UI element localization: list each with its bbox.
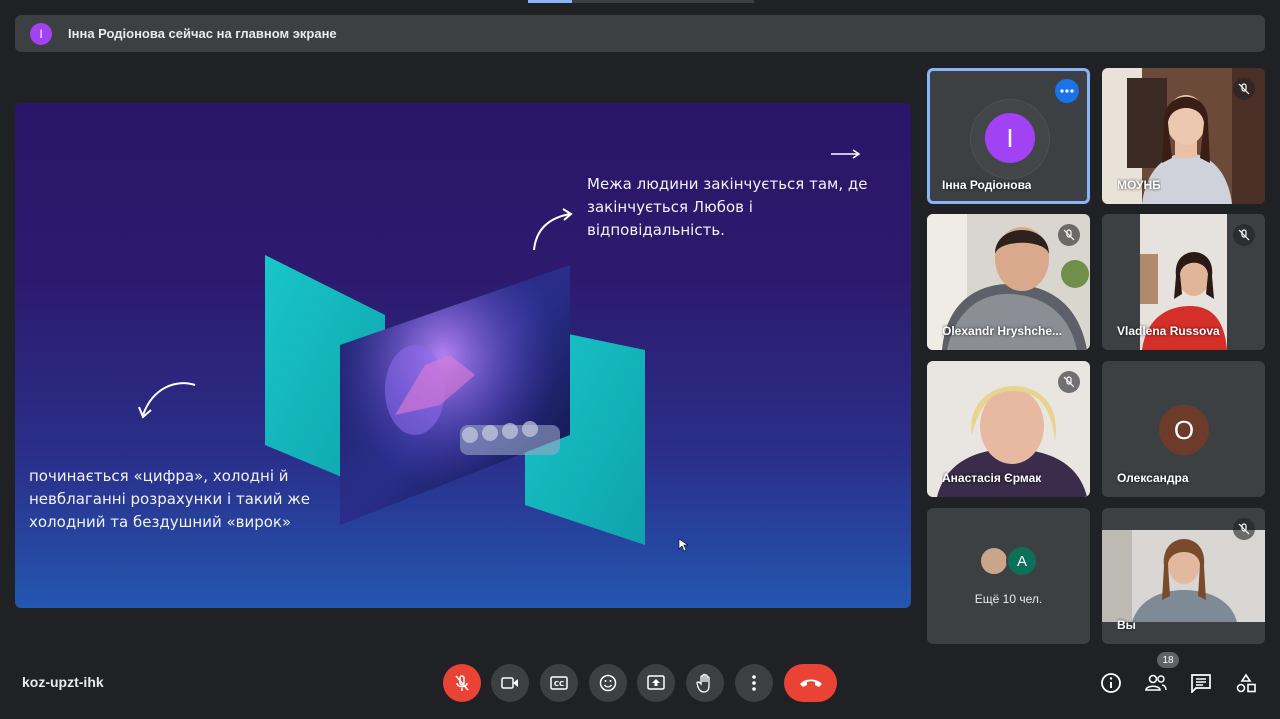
more-participants-tile[interactable]: A Ещё 10 чел. xyxy=(927,508,1090,644)
participant-tile-oleksandra[interactable]: О Олександра xyxy=(1102,361,1265,497)
emoji-icon xyxy=(599,674,617,692)
hang-up-icon xyxy=(799,679,822,687)
curved-arrow-down-icon xyxy=(138,382,196,419)
curved-arrow-up-icon xyxy=(533,208,573,251)
people-button[interactable] xyxy=(1143,670,1169,696)
raise-hand-button[interactable] xyxy=(686,664,724,702)
mic-off-icon xyxy=(1058,224,1080,246)
more-options-button[interactable] xyxy=(735,664,773,702)
more-participants-label: Ещё 10 чел. xyxy=(974,592,1043,606)
people-icon xyxy=(1145,674,1167,691)
shapes-icon xyxy=(1236,673,1256,693)
participant-name: Olexandr Hryshche... xyxy=(942,324,1063,338)
participant-avatar: A xyxy=(1006,545,1038,577)
arrow-right-icon xyxy=(831,149,861,159)
participant-name: Олександра xyxy=(1117,471,1189,485)
participants-count-badge: 18 xyxy=(1157,652,1179,668)
slide-quote-top: Межа людини закінчується там, де закінчу… xyxy=(587,175,868,239)
present-screen-icon xyxy=(647,675,665,690)
top-progress-bar xyxy=(528,0,754,3)
mic-off-icon xyxy=(455,675,469,691)
participant-tile-vladlena[interactable]: Vladlena Russova xyxy=(1102,214,1265,350)
leave-call-button[interactable] xyxy=(784,664,837,702)
participant-avatar: I xyxy=(985,113,1035,163)
reactions-button[interactable] xyxy=(589,664,627,702)
more-vertical-icon xyxy=(752,675,756,691)
captions-button[interactable]: CC xyxy=(540,664,578,702)
participant-name: МОУНБ xyxy=(1117,178,1161,192)
activities-button[interactable] xyxy=(1233,670,1259,696)
presenter-avatar: I xyxy=(30,22,52,45)
participant-tile-mounb[interactable]: МОУНБ xyxy=(1102,68,1265,204)
info-icon xyxy=(1101,673,1121,693)
participant-avatar: О xyxy=(1159,405,1209,455)
camera-toggle-button[interactable] xyxy=(491,664,529,702)
presenting-banner: I Інна Родіонова сейчас на главном экран… xyxy=(15,15,1265,52)
camera-icon xyxy=(501,677,518,689)
presentation-screen[interactable]: Межа людини закінчується там, де закінчу… xyxy=(15,103,911,608)
participant-tile-inna[interactable]: I Інна Родіонова xyxy=(927,68,1090,204)
captions-icon: CC xyxy=(550,676,568,690)
slide-robot-hand-image xyxy=(265,255,645,545)
mic-off-icon xyxy=(1233,78,1255,100)
participant-tile-anastasia[interactable]: Анастасія Єрмак xyxy=(927,361,1090,497)
participant-name: Вы xyxy=(1117,618,1136,632)
participant-name: Vladlena Russova xyxy=(1117,324,1220,338)
hand-icon xyxy=(696,673,710,693)
participant-tile-olexandr[interactable]: Olexandr Hryshche... xyxy=(927,214,1090,350)
participant-name: Інна Родіонова xyxy=(942,178,1032,192)
mic-off-icon xyxy=(1058,371,1080,393)
mouse-cursor-icon xyxy=(678,538,688,552)
participant-name: Анастасія Єрмак xyxy=(942,471,1042,485)
meeting-code: koz-upzt-ihk xyxy=(22,674,104,690)
present-screen-button[interactable] xyxy=(637,664,675,702)
svg-text:CC: CC xyxy=(554,680,564,688)
chat-icon xyxy=(1191,674,1211,693)
more-options-icon[interactable] xyxy=(1055,79,1079,103)
chat-button[interactable] xyxy=(1188,670,1214,696)
participant-tile-self[interactable]: Вы xyxy=(1102,508,1265,644)
mic-off-icon xyxy=(1233,224,1255,246)
meeting-details-button[interactable] xyxy=(1098,670,1124,696)
mic-off-icon xyxy=(1233,518,1255,540)
participant-avatar xyxy=(979,546,1009,576)
mic-toggle-button[interactable] xyxy=(443,664,481,702)
presenting-text: Інна Родіонова сейчас на главном экране xyxy=(68,26,337,41)
bottom-control-bar: koz-upzt-ihk CC xyxy=(0,650,1280,719)
